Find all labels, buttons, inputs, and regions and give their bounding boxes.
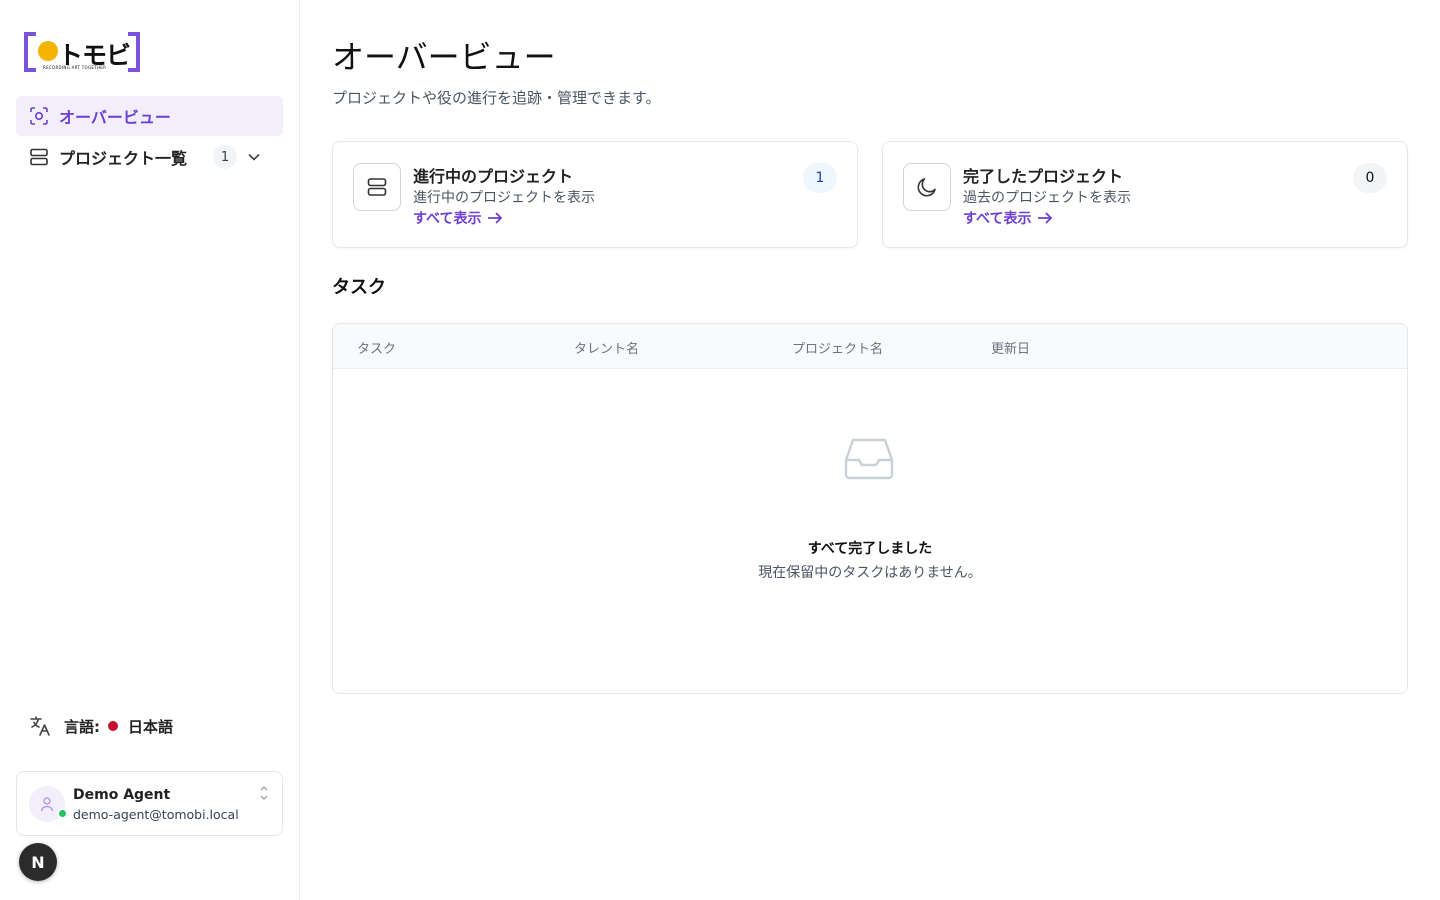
language-value: 日本語 — [128, 717, 174, 736]
language-label: 言語: — [64, 717, 100, 736]
column-header-project[interactable]: プロジェクト名 — [792, 338, 883, 357]
column-header-task[interactable]: タスク — [357, 338, 396, 357]
active-projects-count: 1 — [803, 163, 837, 193]
page-title: オーバービュー — [332, 38, 556, 76]
page-subtitle: プロジェクトや役の進行を追跡・管理できます。 — [332, 89, 661, 107]
user-menu[interactable]: Demo Agent demo-agent@tomobi.local — [16, 771, 283, 836]
card-description: 進行中のプロジェクトを表示 — [413, 190, 595, 206]
user-name: Demo Agent — [73, 787, 171, 803]
project-count-badge: 1 — [213, 145, 238, 169]
translate-icon — [28, 714, 52, 738]
logo-bracket-left — [24, 32, 36, 72]
view-all-completed-link[interactable]: すべて表示 — [963, 208, 1053, 228]
sidebar-item-projects[interactable]: プロジェクト一覧 1 — [16, 137, 283, 177]
sidebar-item-overview[interactable]: オーバービュー — [16, 96, 283, 136]
card-title: 完了したプロジェクト — [963, 167, 1124, 186]
inbox-icon — [844, 436, 894, 480]
scan-icon — [28, 105, 50, 127]
empty-state-subtitle: 現在保留中のタスクはありません。 — [758, 565, 982, 581]
empty-state-title: すべて完了しました — [807, 541, 933, 557]
sidebar-item-label: オーバービュー — [59, 108, 171, 127]
arrow-right-icon — [1038, 212, 1053, 224]
language-selector[interactable]: 言語: 日本語 — [28, 714, 173, 738]
tasks-section-title: タスク — [332, 277, 386, 298]
view-all-active-link[interactable]: すべて表示 — [413, 208, 503, 228]
dev-tools-button[interactable]: N — [19, 843, 57, 881]
column-header-updated[interactable]: 更新日 — [991, 338, 1030, 357]
online-status-icon — [57, 808, 68, 819]
sidebar-item-label: プロジェクト一覧 — [59, 149, 188, 168]
server-stack-icon — [28, 146, 50, 168]
completed-projects-count: 0 — [1353, 163, 1387, 193]
arrow-right-icon — [488, 212, 503, 224]
card-title: 進行中のプロジェクト — [413, 167, 574, 186]
chevrons-up-down-icon[interactable] — [258, 784, 270, 802]
table-header: タスク タレント名 プロジェクト名 更新日 — [333, 324, 1407, 369]
card-description: 過去のプロジェクトを表示 — [963, 190, 1131, 206]
link-label: すべて表示 — [413, 211, 482, 227]
column-header-talent[interactable]: タレント名 — [574, 338, 639, 357]
brand-logo[interactable]: トモビ RECORDING ART TOGETHER — [24, 32, 140, 74]
chevron-down-icon[interactable] — [247, 150, 261, 164]
completed-projects-card: 完了したプロジェクト 過去のプロジェクトを表示 すべて表示 0 — [882, 141, 1408, 248]
sidebar-nav: オーバービュー プロジェクト一覧 1 — [16, 96, 283, 178]
active-projects-card: 進行中のプロジェクト 進行中のプロジェクトを表示 すべて表示 1 — [332, 141, 858, 248]
brand-tagline: RECORDING ART TOGETHER — [43, 65, 107, 70]
server-stack-icon — [353, 163, 401, 211]
logo-dot — [38, 41, 58, 61]
link-label: すべて表示 — [963, 211, 1032, 227]
japan-flag-icon — [108, 721, 118, 731]
user-email: demo-agent@tomobi.local — [73, 807, 239, 822]
moon-icon — [903, 163, 951, 211]
tasks-table: タスク タレント名 プロジェクト名 更新日 すべて完了しました 現在保留中のタス… — [332, 323, 1408, 694]
sidebar: トモビ RECORDING ART TOGETHER オーバービュー プロジェク… — [0, 0, 300, 900]
